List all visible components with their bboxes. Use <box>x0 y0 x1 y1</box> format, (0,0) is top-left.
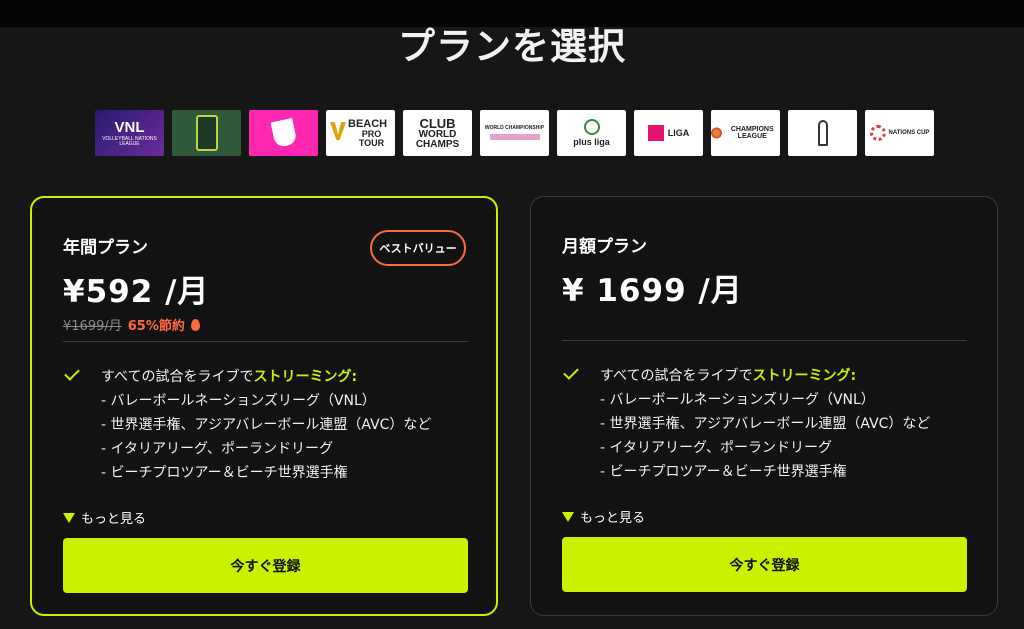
triangle-down-icon <box>63 512 75 523</box>
star-icon <box>711 126 722 140</box>
feature-intro: すべての試合をライブで <box>101 369 254 385</box>
plan-price: ¥592 /月 <box>63 274 210 310</box>
monthly-plan-card[interactable]: 月額プラン ¥ 1699 /月 すべての試合をライブでストリーミング: - バレ… <box>530 196 998 616</box>
feature-item: - バレーボールネーションズリーグ（VNL） <box>600 392 875 408</box>
logo-club-world-champs: CLUB WORLD CHAMPS <box>403 110 472 156</box>
annual-plan-card[interactable]: 年間プラン ベストバリュー ¥592 /月 ¥1699/月 65%節約 すべての… <box>30 196 498 616</box>
league-logos: VNL VOLLEYBALL NATIONS LEAGUE BEACH PRO … <box>95 110 934 156</box>
logo-plus-liga: plus liga <box>557 110 626 156</box>
logo-vnl: VNL VOLLEYBALL NATIONS LEAGUE <box>95 110 164 156</box>
logo-liga: LIGA <box>634 110 703 156</box>
logo-club-sub: WORLD CHAMPS <box>415 128 460 150</box>
divider <box>63 341 468 342</box>
feature-highlight: ストリーミング: <box>253 369 358 385</box>
shield-icon <box>270 117 297 149</box>
check-icon <box>64 365 80 381</box>
feature-intro-line: すべての試合をライブでストリーミング: <box>600 364 930 388</box>
triangle-down-icon <box>562 511 574 522</box>
logo-app <box>172 110 241 156</box>
saving-label: 65%節約 <box>127 319 185 334</box>
logo-nc-text: NATIONS CUP <box>888 130 930 136</box>
feature-item: - ビーチプロツアー＆ビーチ世界選手権 <box>101 465 348 481</box>
feature-intro-line: すべての試合をライブでストリーミング: <box>101 365 431 389</box>
logo-liga-text: LIGA <box>667 127 690 138</box>
logo-cl-text: CHAMPIONS LEAGUE <box>730 126 774 140</box>
fire-icon <box>190 318 200 331</box>
show-more-label: もっと見る <box>81 512 147 527</box>
divider <box>562 340 967 341</box>
feature-item: - 世界選手権、アジアバレーボール連盟（AVC）など <box>101 417 432 433</box>
best-value-badge: ベストバリュー <box>370 230 466 266</box>
logo-vnl-sub: VOLLEYBALL NATIONS LEAGUE <box>102 135 157 147</box>
feature-item: - イタリアリーグ、ポーランドリーグ <box>101 441 333 457</box>
feature-item: - ビーチプロツアー＆ビーチ世界選手権 <box>600 464 847 480</box>
logo-champions-league: CHAMPIONS LEAGUE <box>711 110 780 156</box>
show-more-toggle[interactable]: もっと見る <box>562 507 645 526</box>
phone-icon <box>195 115 218 151</box>
feature-list: すべての試合をライブでストリーミング: - バレーボールネーションズリーグ（VN… <box>563 364 931 484</box>
plan-name: 月額プラン <box>562 237 647 257</box>
logo-beach-pro-tour: BEACH PRO TOUR <box>326 110 395 156</box>
plan-price: ¥ 1699 /月 <box>562 273 743 309</box>
feature-intro: すべての試合をライブで <box>600 368 753 384</box>
logo-nations-cup: NATIONS CUP <box>865 110 934 156</box>
original-price: ¥1699/月 <box>63 319 122 334</box>
check-icon <box>563 364 579 380</box>
logo-world-championship: WORLD CHAMPIONSHIP <box>480 110 549 156</box>
feature-item: - 世界選手権、アジアバレーボール連盟（AVC）など <box>600 416 931 432</box>
liga-mark-icon <box>647 125 664 141</box>
discount-line: ¥1699/月 65%節約 <box>63 315 200 334</box>
subscribe-button[interactable]: 今すぐ登録 <box>63 538 468 593</box>
feature-highlight: ストリーミング: <box>752 368 857 384</box>
feature-list: すべての試合をライブでストリーミング: - バレーボールネーションズリーグ（VN… <box>64 365 432 485</box>
logo-beach-text: BEACH <box>348 117 388 130</box>
ring-icon <box>869 125 886 141</box>
page-title: プランを選択 <box>398 25 626 68</box>
volleyball-icon <box>583 119 600 135</box>
logo-trophy <box>788 110 857 156</box>
show-more-label: もっと見る <box>580 511 646 526</box>
logo-club-text: CLUB <box>419 115 456 131</box>
show-more-toggle[interactable]: もっと見る <box>63 508 146 527</box>
feature-item: - イタリアリーグ、ポーランドリーグ <box>600 440 832 456</box>
logo-wch-text: WORLD CHAMPIONSHIP <box>484 125 545 131</box>
feature-item: - バレーボールネーションズリーグ（VNL） <box>101 393 376 409</box>
plan-name: 年間プラン <box>63 238 148 258</box>
trophy-icon <box>817 120 828 146</box>
logo-vnl-text: VNL <box>114 118 145 136</box>
logo-plus-text: plus liga <box>573 137 610 147</box>
logo-pink <box>249 110 318 156</box>
subscribe-button[interactable]: 今すぐ登録 <box>562 537 967 592</box>
logo-beach-sub: PRO TOUR <box>358 128 385 148</box>
